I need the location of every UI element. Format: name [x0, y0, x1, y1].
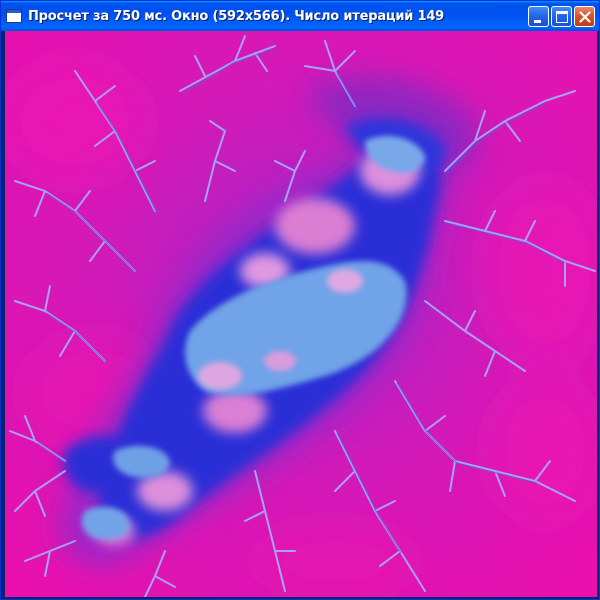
window-title: Просчет за 750 мс. Окно (592x566). Число… [28, 8, 445, 24]
fractal-canvas[interactable] [5, 31, 597, 597]
window-app-icon[interactable] [6, 9, 22, 23]
app-window: Просчет за 750 мс. Окно (592x566). Число… [0, 0, 600, 600]
minimize-button[interactable] [528, 5, 549, 27]
maximize-button[interactable] [551, 5, 572, 27]
maximize-icon [556, 10, 568, 23]
window-controls [528, 5, 595, 27]
close-button[interactable] [574, 5, 595, 27]
julia-fractal-image [5, 31, 597, 597]
title-bar[interactable]: Просчет за 750 мс. Окно (592x566). Число… [1, 1, 599, 31]
close-icon [579, 10, 591, 23]
minimize-icon [534, 19, 541, 23]
